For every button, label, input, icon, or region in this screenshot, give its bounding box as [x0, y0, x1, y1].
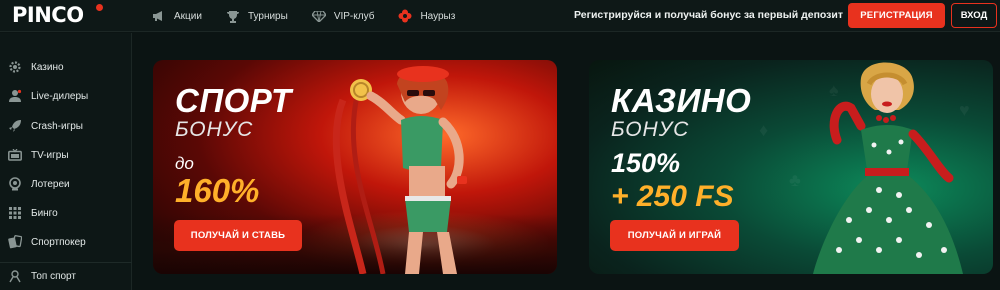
- registration-promo-text: Регистрируйся и получай бонус за первый …: [574, 9, 844, 21]
- trophy-icon: [224, 8, 242, 24]
- top-bar: PINCO Акции Турниры VIP-клуб Наурыз Реги…: [0, 0, 1000, 32]
- sidebar-divider: [0, 262, 132, 263]
- sidebar-item-label: Crash-игры: [31, 120, 83, 132]
- sidebar-item-bingo[interactable]: Бинго: [6, 205, 58, 221]
- casino-banner-percent: 150%: [611, 148, 681, 178]
- sidebar-item-sport-poker[interactable]: Спортпокер: [6, 234, 86, 250]
- diamond-suit-icon: ♦: [759, 120, 769, 140]
- tv-icon: [6, 147, 24, 163]
- sport-banner-prefix: до: [175, 154, 194, 173]
- diamond-icon: [310, 8, 328, 24]
- sport-bonus-banner[interactable]: СПОРТ БОНУС до 160% ПОЛУЧАЙ И СТАВЬ: [153, 60, 557, 274]
- gear-icon: [6, 59, 24, 75]
- casino-banner-subtitle: БОНУС: [611, 118, 690, 141]
- sport-banner-title: СПОРТ: [175, 82, 292, 119]
- rocket-icon: [6, 118, 24, 134]
- nav-label: VIP-клуб: [333, 10, 375, 22]
- sidebar-item-lotteries[interactable]: Лотереи: [6, 176, 70, 192]
- megaphone-icon: [150, 8, 168, 24]
- casino-banner-title: КАЗИНО: [611, 82, 752, 119]
- sidebar-item-live-dealers[interactable]: Live-дилеры: [6, 88, 88, 104]
- sport-banner-amount: 160%: [175, 172, 260, 209]
- login-button[interactable]: ВХОД: [951, 3, 997, 28]
- top-nav: Акции Турниры VIP-клуб Наурыз: [150, 0, 477, 32]
- register-button[interactable]: РЕГИСТРАЦИЯ: [848, 3, 945, 28]
- sidebar-item-casino[interactable]: Казино: [6, 59, 64, 75]
- casino-bonus-banner[interactable]: ♠ ♣ ♥ ♦ КАЗИНО БОНУС 150% + 250 FS ПОЛУЧ…: [589, 60, 993, 274]
- casino-banner-free-spins: + 250 FS: [611, 180, 734, 213]
- athlete-woman-illustration: [332, 66, 467, 274]
- sidebar-item-label: TV-игры: [31, 149, 69, 161]
- sidebar-item-label: Казино: [31, 61, 64, 73]
- sidebar-item-label: Live-дилеры: [31, 90, 89, 102]
- get-and-play-button[interactable]: ПОЛУЧАЙ И ИГРАЙ: [610, 220, 739, 251]
- nav-item-vip-club[interactable]: VIP-клуб: [310, 8, 375, 24]
- nav-item-nauryz[interactable]: Наурыз: [396, 8, 455, 24]
- sidebar: Казино Live-дилеры Crash-игры TV-игры Ло…: [0, 33, 132, 290]
- sidebar-item-top-sport[interactable]: Топ спорт: [6, 268, 76, 284]
- sidebar-item-label: Топ спорт: [31, 270, 76, 282]
- sport-icon: [6, 268, 24, 284]
- nav-item-tournaments[interactable]: Турниры: [224, 8, 288, 24]
- sidebar-item-label: Спортпокер: [31, 236, 86, 248]
- flower-icon: [396, 8, 414, 24]
- pinco-logo[interactable]: PINCO: [12, 3, 84, 27]
- nav-item-promotions[interactable]: Акции: [150, 8, 202, 24]
- nav-label: Наурыз: [420, 10, 456, 22]
- nav-label: Турниры: [247, 10, 288, 22]
- logo-dot-icon: [96, 4, 103, 11]
- sidebar-item-crash-games[interactable]: Crash-игры: [6, 118, 83, 134]
- sidebar-item-label: Бинго: [31, 207, 58, 219]
- sidebar-item-tv-games[interactable]: TV-игры: [6, 147, 69, 163]
- casino-woman-illustration: [813, 62, 963, 274]
- sport-banner-subtitle: БОНУС: [175, 118, 254, 141]
- live-dealer-icon: [6, 88, 24, 104]
- lottery-ball-icon: [6, 176, 24, 192]
- get-and-bet-button[interactable]: ПОЛУЧАЙ И СТАВЬ: [174, 220, 302, 251]
- nav-label: Акции: [174, 10, 202, 22]
- cards-icon: [6, 234, 24, 250]
- sidebar-item-label: Лотереи: [31, 178, 70, 190]
- bingo-grid-icon: [6, 205, 24, 221]
